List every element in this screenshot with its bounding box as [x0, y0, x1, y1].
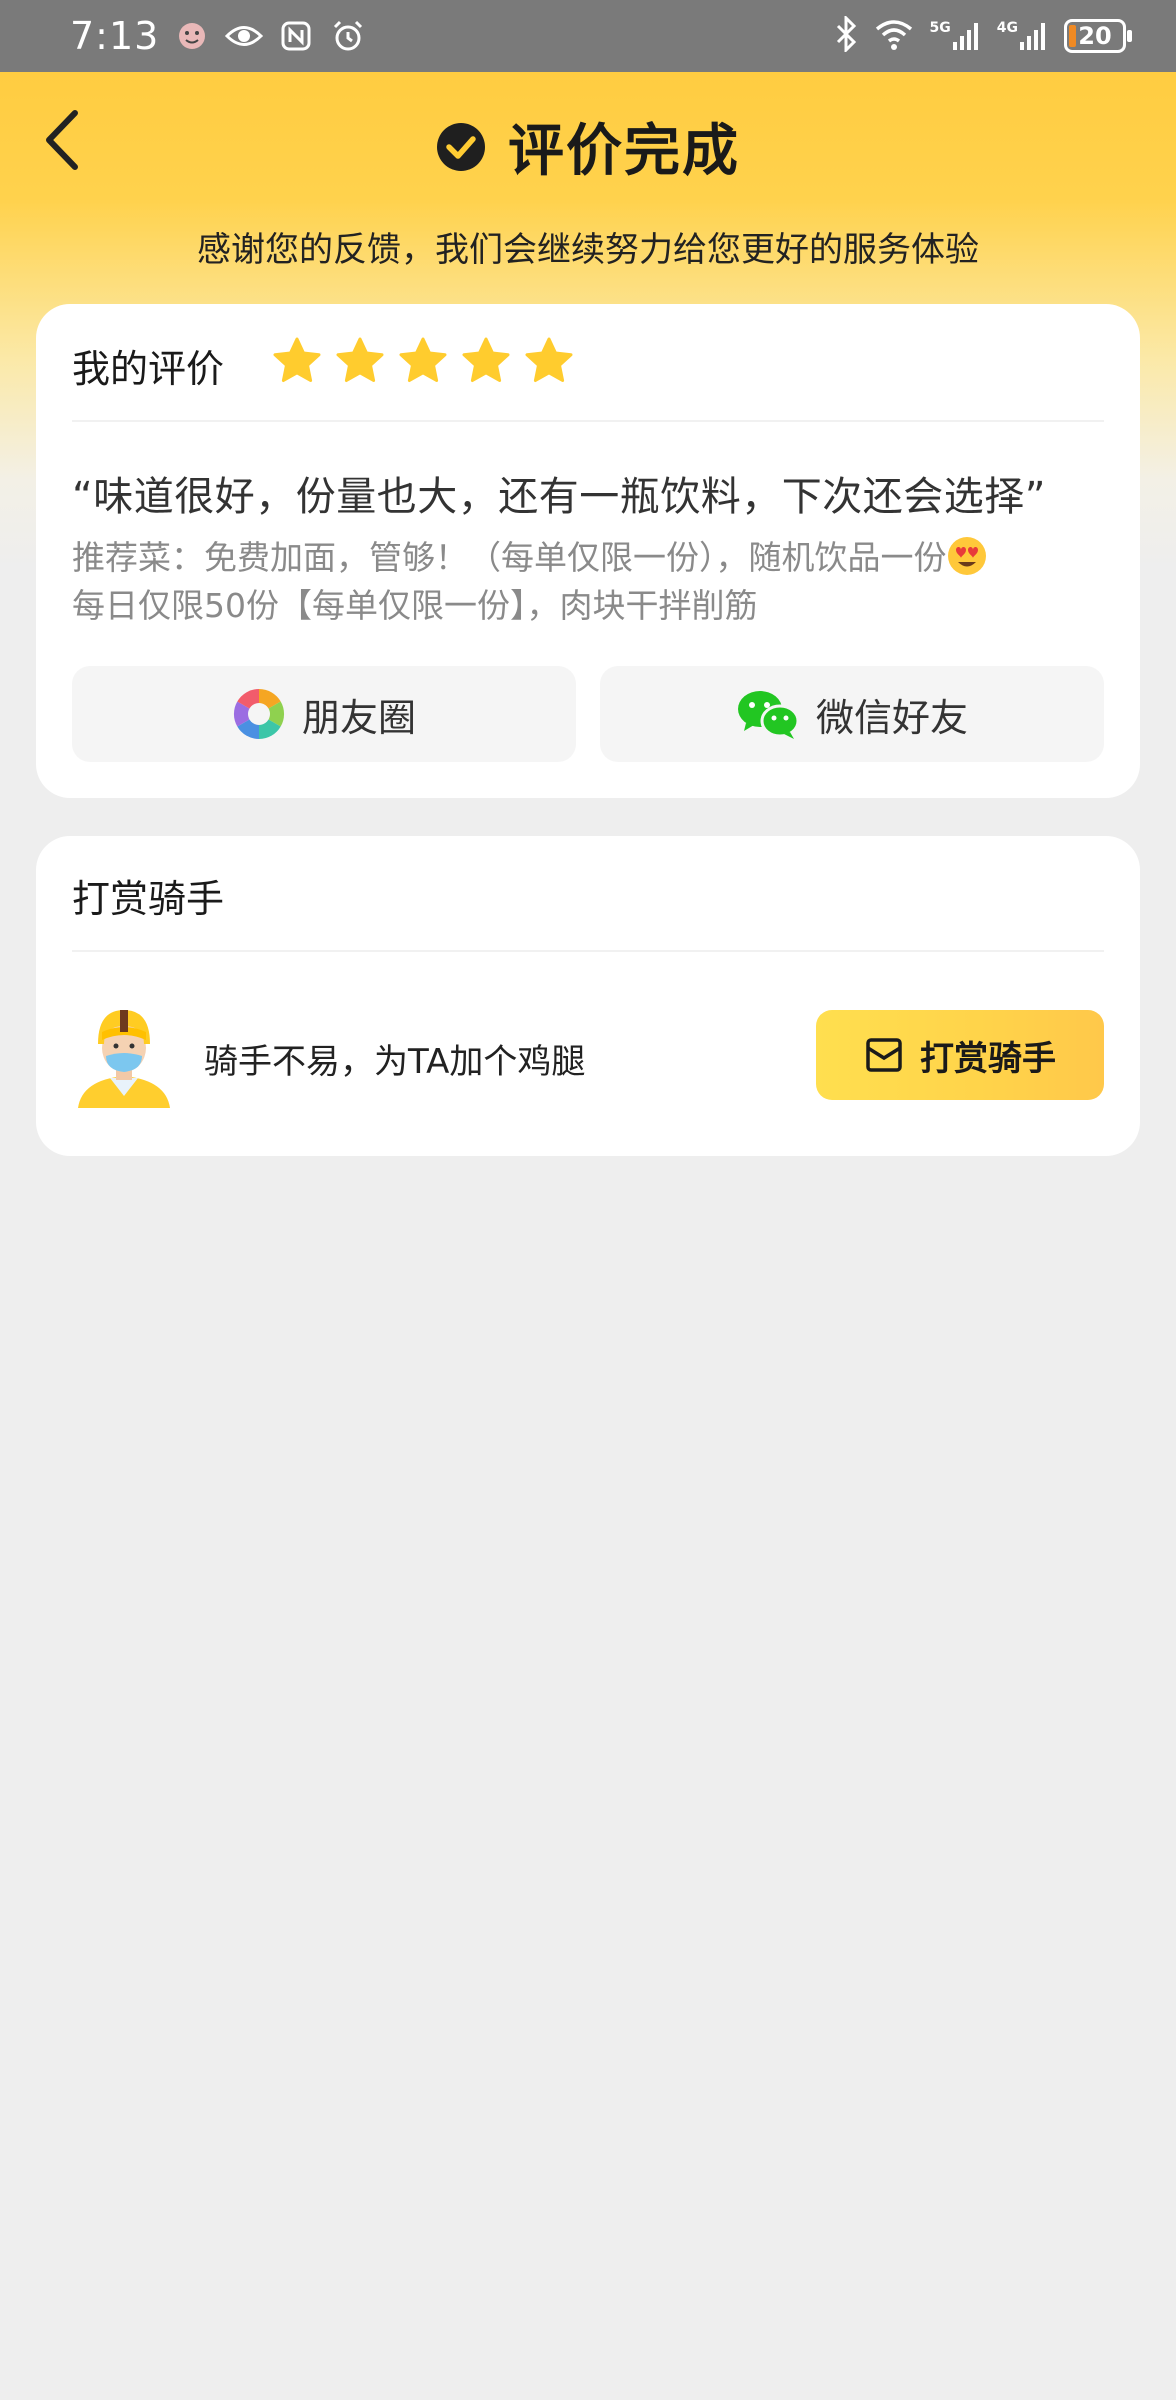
- wechat-icon: [737, 691, 800, 739]
- review-text: “味道很好，份量也大，还有一瓶饮料，下次还会选择”: [72, 474, 1046, 520]
- my-review-label: 我的评价: [72, 347, 225, 391]
- battery-icon: 20: [1064, 19, 1132, 53]
- moments-icon: [233, 688, 285, 740]
- star-icon: [525, 337, 573, 382]
- tip-rider-card: 打赏骑手 骑手不易，为TA加个鸡腿 打赏骑手: [36, 836, 1140, 1156]
- tip-section-title: 打赏骑手: [72, 877, 225, 921]
- star-icon: [336, 337, 384, 382]
- status-bar: 7:13 5G 4G 20: [0, 0, 1176, 72]
- heart-eyes-emoji: [947, 537, 986, 575]
- page-title: 评价完成: [508, 119, 740, 184]
- moments-label: 朋友圈: [301, 695, 416, 740]
- status-time: 7:13: [70, 14, 160, 58]
- tip-message: 骑手不易，为TA加个鸡腿: [204, 1042, 586, 1082]
- wechat-label: 微信好友: [815, 695, 968, 740]
- wifi-icon: [874, 17, 914, 55]
- signal-4g-icon: 4G: [997, 20, 1048, 52]
- dishes-line-1: 推荐菜：免费加面，管够！（每单仅限一份），随机饮品一份: [72, 538, 947, 577]
- star-icon: [273, 337, 321, 382]
- rider-avatar: [78, 1010, 170, 1108]
- battery-level: 20: [1078, 22, 1112, 50]
- share-wechat-button[interactable]: 微信好友: [600, 666, 1104, 762]
- thank-you-message: 感谢您的反馈，我们会继续努力给您更好的服务体验: [197, 230, 979, 270]
- network-type-label: 5G: [929, 20, 951, 36]
- envelope-icon: [866, 1038, 902, 1072]
- star-icon: [462, 337, 510, 382]
- header: 评价完成: [0, 72, 1176, 208]
- app-notification-icon: [173, 17, 211, 55]
- review-card: 我的评价 “味道很好，份量也大，还有一瓶饮料，下次还会选择” 推荐菜：免费加面，…: [36, 304, 1140, 798]
- share-moments-button[interactable]: 朋友圈: [72, 666, 576, 762]
- tip-rider-button[interactable]: 打赏骑手: [816, 1010, 1104, 1100]
- recommended-dishes: 推荐菜：免费加面，管够！（每单仅限一份），随机饮品一份 每日仅限50份【每单仅限…: [72, 534, 1100, 630]
- divider: [72, 950, 1104, 952]
- eye-icon: [225, 17, 264, 55]
- alarm-icon: [329, 17, 367, 55]
- tip-button-label: 打赏骑手: [920, 1038, 1056, 1079]
- signal-5g-icon: 5G: [930, 20, 981, 52]
- check-icon: [437, 122, 485, 171]
- bluetooth-icon: [834, 14, 858, 56]
- star-icon: [399, 337, 447, 382]
- divider: [72, 420, 1104, 422]
- dishes-line-2: 每日仅限50份【每单仅限一份】，肉块干拌削筋: [72, 586, 758, 625]
- star-rating: [272, 336, 574, 386]
- network-type-label: 4G: [996, 20, 1018, 36]
- nfc-icon: [277, 17, 315, 55]
